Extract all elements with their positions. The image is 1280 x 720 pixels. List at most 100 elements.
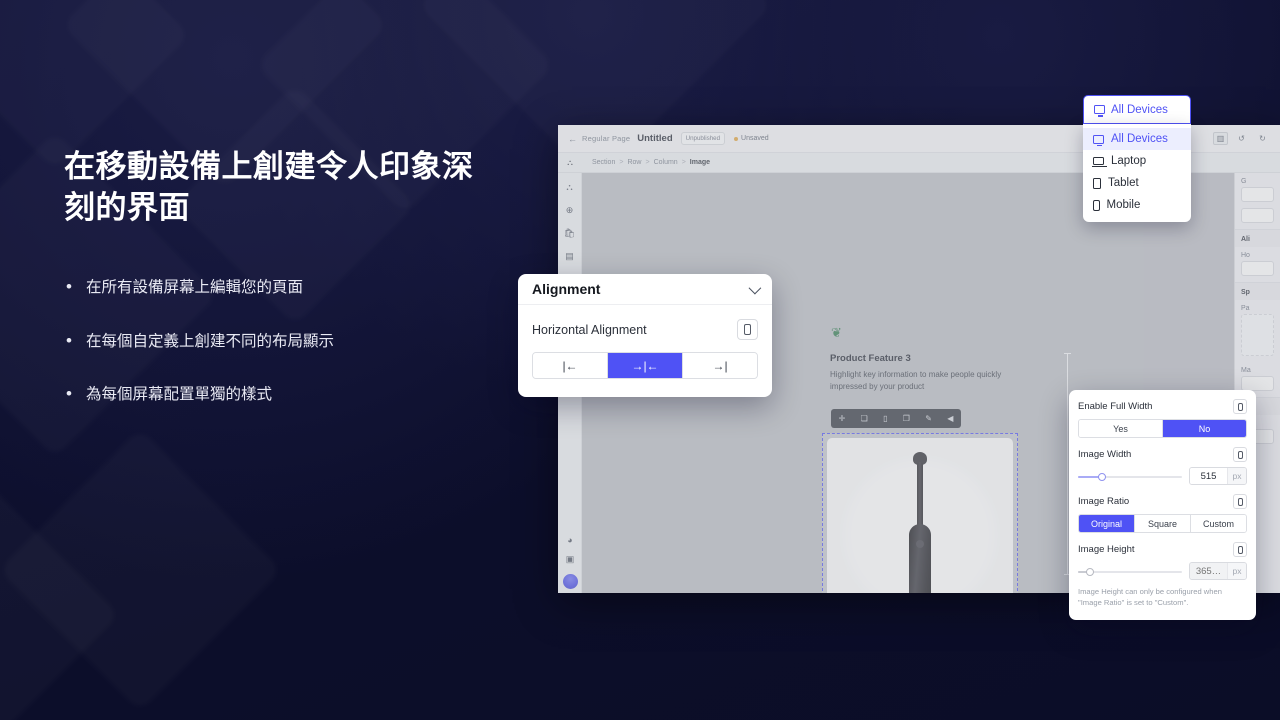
copy-icon[interactable]: ❐ bbox=[903, 414, 910, 423]
element-floating-toolbar[interactable]: ✛ ❏ ▯ ❐ ✎ ◀ bbox=[831, 409, 961, 428]
image-height-input-group: px bbox=[1189, 562, 1247, 580]
redo-icon[interactable]: ↻ bbox=[1255, 132, 1270, 145]
trash-icon[interactable]: ▯ bbox=[883, 414, 887, 423]
device-option-laptop[interactable]: Laptop bbox=[1083, 150, 1191, 172]
sidebar-padding-control[interactable] bbox=[1241, 314, 1274, 356]
sidebar-section-alignment[interactable]: Ali bbox=[1235, 229, 1280, 247]
align-left-button[interactable]: |← bbox=[533, 353, 608, 378]
mobile-icon[interactable] bbox=[1233, 447, 1247, 462]
selected-image-block[interactable] bbox=[822, 433, 1018, 593]
leaf-icon: ❦ bbox=[831, 325, 842, 340]
status-badge-unsaved: Unsaved bbox=[734, 135, 769, 142]
monitor-icon bbox=[1093, 134, 1104, 146]
undo-icon[interactable]: ↺ bbox=[1234, 132, 1249, 145]
avatar[interactable] bbox=[562, 574, 578, 589]
enable-full-width-segmented[interactable]: Yes No bbox=[1078, 419, 1247, 438]
duplicate-icon[interactable]: ❏ bbox=[861, 414, 868, 423]
image-ratio-segmented[interactable]: Original Square Custom bbox=[1078, 514, 1247, 533]
unsaved-label: Unsaved bbox=[741, 135, 769, 142]
breadcrumb-item-section[interactable]: Section bbox=[592, 159, 615, 166]
page-type-label: Regular Page bbox=[582, 134, 631, 143]
breadcrumb-item-image[interactable]: Image bbox=[690, 159, 710, 166]
sidebar-control[interactable] bbox=[1241, 261, 1274, 276]
slide-copy: 在移動設備上創建令人印象深刻的界面 在所有設備屏幕上編輯您的頁面 在每個自定義上… bbox=[64, 146, 494, 436]
enable-full-width-label: Enable Full Width bbox=[1078, 401, 1153, 412]
rail-bottom-group: ◕ ▣ bbox=[558, 536, 582, 589]
sidebar-control[interactable] bbox=[1241, 208, 1274, 223]
device-selector-trigger[interactable]: All Devices bbox=[1083, 95, 1191, 124]
sidebar-control[interactable] bbox=[1241, 376, 1274, 391]
image-height-unit: px bbox=[1227, 563, 1246, 579]
tablet-icon bbox=[1093, 177, 1101, 189]
arrow-left-icon[interactable]: ← bbox=[568, 134, 577, 144]
brush-icon[interactable]: ✎ bbox=[925, 414, 932, 423]
chevron-down-icon[interactable] bbox=[748, 281, 762, 294]
align-right-button[interactable]: →| bbox=[683, 353, 757, 378]
mobile-icon[interactable] bbox=[737, 319, 758, 340]
page-title: 在移動設備上創建令人印象深刻的界面 bbox=[64, 149, 474, 226]
sidebar-label: G bbox=[1241, 178, 1247, 185]
device-selector-menu[interactable]: All Devices Laptop Tablet Mobile bbox=[1083, 124, 1191, 222]
laptop-icon bbox=[1092, 157, 1107, 167]
unsaved-dot-icon bbox=[734, 136, 739, 141]
full-width-yes-button[interactable]: Yes bbox=[1079, 420, 1163, 437]
image-height-label: Image Height bbox=[1078, 544, 1135, 555]
layout-icon[interactable]: ▥ bbox=[1213, 132, 1228, 145]
ratio-square-button[interactable]: Square bbox=[1135, 515, 1191, 532]
device-option-mobile[interactable]: Mobile bbox=[1083, 194, 1191, 216]
breadcrumb-separator: > bbox=[681, 159, 686, 166]
image-width-unit: px bbox=[1227, 468, 1246, 484]
sidebar-section-spacing[interactable]: Sp bbox=[1235, 282, 1280, 300]
collapse-arrow-icon[interactable]: ◀ bbox=[947, 414, 953, 423]
add-circle-icon[interactable]: ⊕ bbox=[566, 206, 574, 215]
mobile-icon[interactable] bbox=[1233, 542, 1247, 557]
device-option-label: Tablet bbox=[1108, 177, 1139, 189]
document-title[interactable]: Untitled bbox=[637, 133, 672, 144]
mobile-icon[interactable] bbox=[1233, 399, 1247, 414]
image-height-input bbox=[1190, 563, 1227, 579]
image-ratio-label: Image Ratio bbox=[1078, 496, 1130, 507]
alignment-panel-header[interactable]: Alignment bbox=[518, 274, 772, 305]
ratio-original-button[interactable]: Original bbox=[1079, 515, 1135, 532]
alignment-panel-title: Alignment bbox=[532, 281, 601, 297]
mobile-icon[interactable] bbox=[1233, 494, 1247, 509]
shop-bag-icon[interactable]: 🛍 bbox=[564, 229, 575, 238]
full-width-no-button[interactable]: No bbox=[1163, 420, 1246, 437]
image-settings-panel[interactable]: Enable Full Width Yes No Image Width px bbox=[1069, 390, 1256, 620]
feature-title: Product Feature 3 bbox=[830, 353, 911, 364]
device-option-label: All Devices bbox=[1111, 133, 1168, 145]
breadcrumb-separator: > bbox=[619, 159, 624, 166]
image-width-input-group[interactable]: px bbox=[1189, 467, 1247, 485]
move-icon[interactable]: ✛ bbox=[839, 414, 846, 423]
alignment-panel[interactable]: Alignment Horizontal Alignment |← →|← →| bbox=[518, 274, 772, 397]
product-image bbox=[827, 438, 1013, 593]
mobile-icon bbox=[1093, 199, 1100, 211]
breadcrumb: Section > Row > Column > Image bbox=[582, 159, 710, 166]
grid-icon[interactable]: ▤ bbox=[565, 252, 574, 261]
image-width-slider[interactable] bbox=[1078, 470, 1182, 483]
layers-icon[interactable]: ⛬ bbox=[566, 183, 572, 192]
monitor-icon bbox=[1094, 105, 1105, 117]
image-ratio-row: Image Ratio Original Square Custom bbox=[1078, 494, 1247, 533]
breadcrumb-item-row[interactable]: Row bbox=[627, 159, 641, 166]
sidebar-label: Ho bbox=[1241, 252, 1250, 259]
device-selector-value: All Devices bbox=[1111, 103, 1168, 116]
image-width-input[interactable] bbox=[1190, 468, 1227, 484]
image-height-note: Image Height can only be configured when… bbox=[1078, 587, 1222, 608]
device-selector[interactable]: All Devices All Devices Laptop Tablet Mo… bbox=[1083, 95, 1191, 222]
media-image-icon[interactable]: ▣ bbox=[566, 555, 575, 564]
ratio-custom-button[interactable]: Custom bbox=[1191, 515, 1246, 532]
history-clock-icon[interactable]: ◕ bbox=[567, 536, 572, 545]
device-option-tablet[interactable]: Tablet bbox=[1083, 172, 1191, 194]
list-item: 在所有設備屏幕上編輯您的頁面 bbox=[64, 274, 494, 300]
sitemap-icon[interactable]: ⛬ bbox=[558, 158, 582, 168]
alignment-panel-body: Horizontal Alignment |← →|← →| bbox=[518, 305, 772, 397]
align-center-button[interactable]: →|← bbox=[608, 353, 683, 378]
device-option-all-devices[interactable]: All Devices bbox=[1083, 128, 1191, 150]
sidebar-label: Ma bbox=[1241, 367, 1251, 374]
horizontal-alignment-segmented[interactable]: |← →|← →| bbox=[532, 352, 758, 379]
breadcrumb-item-column[interactable]: Column bbox=[654, 159, 678, 166]
list-item: 為每個屏幕配置單獨的樣式 bbox=[64, 381, 494, 407]
image-width-row: Image Width px bbox=[1078, 447, 1247, 485]
sidebar-control[interactable] bbox=[1241, 187, 1274, 202]
